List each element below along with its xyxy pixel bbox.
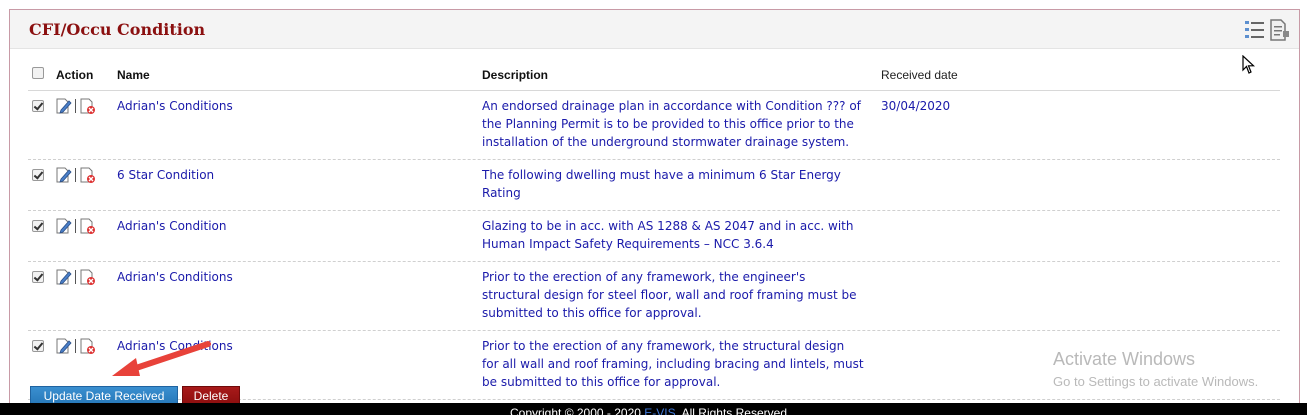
delete-document-icon[interactable]	[79, 97, 97, 115]
description-line: Prior to the erection of any framework, …	[482, 339, 845, 353]
row-actions	[55, 97, 101, 115]
table-row: 6 Star Condition The following dwelling m…	[28, 160, 1280, 211]
condition-description[interactable]: The following dwelling must have a minim…	[482, 166, 877, 202]
edit-icon[interactable]	[55, 337, 73, 355]
description-line: Rating	[482, 186, 521, 200]
condition-name-link[interactable]: Adrian's Conditions	[117, 268, 233, 286]
row-checkbox[interactable]	[32, 340, 44, 352]
description-line: the Planning Permit is to be provided to…	[482, 117, 854, 131]
row-checkbox[interactable]	[32, 271, 44, 283]
evis-link[interactable]: E-VIS	[644, 406, 675, 415]
document-edit-icon[interactable]	[1269, 18, 1291, 42]
delete-document-icon[interactable]	[79, 217, 97, 235]
activate-windows-title: Activate Windows	[1053, 349, 1196, 369]
select-all-checkbox[interactable]	[32, 67, 44, 79]
description-line: structural design for steel floor, wall …	[482, 288, 857, 302]
condition-description[interactable]: Prior to the erection of any framework, …	[482, 268, 877, 322]
panel-header: CFI/Occu Condition	[10, 10, 1299, 49]
delete-document-icon[interactable]	[79, 268, 97, 286]
table-row: Adrian's Condition Glazing to be in acc. …	[28, 211, 1280, 262]
header-tools	[1244, 18, 1292, 42]
footer: Copyright © 2000 - 2020 E-VIS. All Right…	[0, 403, 1307, 415]
description-line: Glazing to be in acc. with AS 1288 & AS …	[482, 219, 854, 233]
row-checkbox[interactable]	[32, 169, 44, 181]
condition-description[interactable]: An endorsed drainage plan in accordance …	[482, 97, 877, 151]
condition-name-link[interactable]: Adrian's Condition	[117, 217, 226, 235]
table-header: Action Name Description Received date	[28, 62, 1280, 91]
separator	[75, 339, 76, 353]
condition-description[interactable]: Prior to the erection of any framework, …	[482, 337, 877, 391]
row-actions	[55, 217, 101, 235]
description-line: be submitted to this office for approval…	[482, 375, 721, 389]
activate-windows-subtitle: Go to Settings to activate Windows.	[1053, 374, 1259, 389]
condition-name-link[interactable]: 6 Star Condition	[117, 166, 214, 184]
description-line: installation of the underground stormwat…	[482, 135, 850, 149]
description-line: Prior to the erection of any framework, …	[482, 270, 806, 284]
copyright-suffix: . All Rights Reserved	[675, 406, 787, 415]
description-line: The following dwelling must have a minim…	[482, 168, 841, 182]
list-icon[interactable]	[1244, 18, 1266, 42]
row-checkbox[interactable]	[32, 100, 44, 112]
received-date: 30/04/2020	[881, 99, 951, 113]
column-action: Action	[56, 68, 94, 82]
edit-icon[interactable]	[55, 166, 73, 184]
edit-icon[interactable]	[55, 217, 73, 235]
edit-icon[interactable]	[55, 97, 73, 115]
row-actions	[55, 268, 101, 286]
separator	[75, 99, 76, 113]
table-row: Adrian's Conditions Prior to the erection…	[28, 262, 1280, 331]
column-received-date: Received date	[881, 68, 958, 82]
description-line: An endorsed drainage plan in accordance …	[482, 99, 861, 113]
column-name: Name	[117, 68, 150, 82]
condition-description[interactable]: Glazing to be in acc. with AS 1288 & AS …	[482, 217, 877, 253]
copyright-text: Copyright © 2000 - 2020 E-VIS. All Right…	[510, 406, 787, 415]
edit-icon[interactable]	[55, 268, 73, 286]
separator	[75, 219, 76, 233]
separator	[75, 270, 76, 284]
delete-document-icon[interactable]	[79, 337, 97, 355]
mouse-cursor-icon	[1242, 55, 1256, 74]
table-row: Adrian's Conditions An endorsed drainage …	[28, 91, 1280, 160]
panel-title: CFI/Occu Condition	[29, 20, 206, 39]
copyright-prefix: Copyright © 2000 - 2020	[510, 406, 645, 415]
description-line: Human Impact Safety Requirements – NCC 3…	[482, 237, 774, 251]
column-description: Description	[482, 68, 549, 82]
separator	[75, 168, 76, 182]
row-actions	[55, 166, 101, 184]
description-line: submitted to this office for approval.	[482, 306, 702, 320]
delete-document-icon[interactable]	[79, 166, 97, 184]
row-actions	[55, 337, 101, 355]
condition-name-link[interactable]: Adrian's Conditions	[117, 97, 233, 115]
description-line: for all wall and roof framing, including…	[482, 357, 864, 371]
annotation-arrow-icon	[112, 341, 211, 376]
row-checkbox[interactable]	[32, 220, 44, 232]
